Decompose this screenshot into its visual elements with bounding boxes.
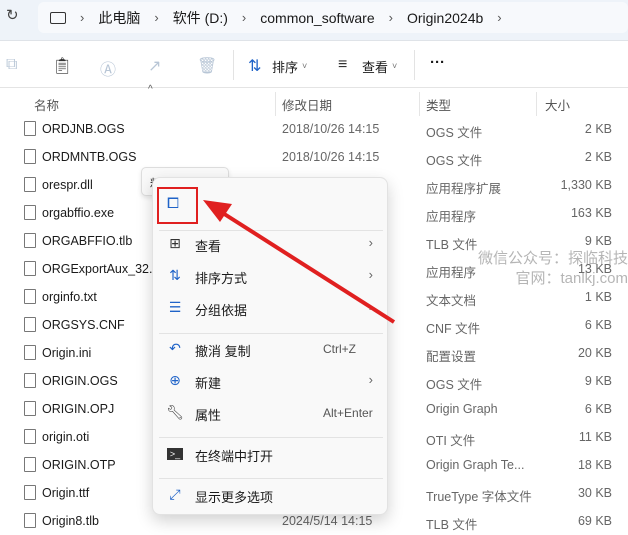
watermark: 微信公众号：探临科技 官网：tanlkj.com: [477, 250, 628, 287]
